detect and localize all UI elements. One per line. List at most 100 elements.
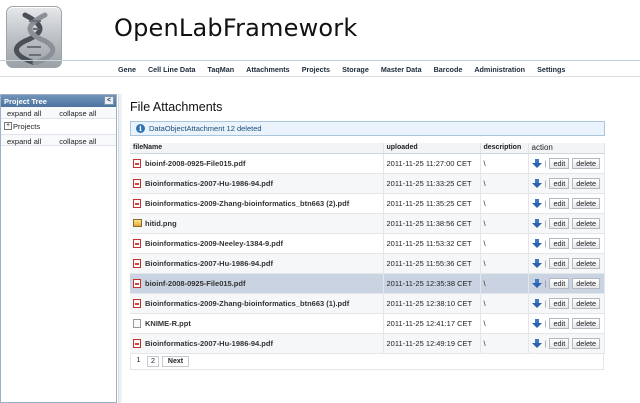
edit-button[interactable]: edit bbox=[549, 237, 570, 249]
panel-splitter[interactable] bbox=[118, 94, 122, 403]
table-row[interactable]: KNIME-R.ppt 2011-11-25 12:41:17 CET \ | edit… bbox=[130, 313, 605, 334]
column-header-filename[interactable]: fileName bbox=[130, 143, 384, 154]
table-row[interactable]: Bioinformatics-2007-Hu-1986-94.pdf 2011-1… bbox=[130, 173, 605, 194]
edit-button[interactable]: edit bbox=[549, 317, 570, 329]
edit-button[interactable]: edit bbox=[549, 197, 570, 209]
edit-button[interactable]: edit bbox=[549, 297, 570, 309]
nav-master-data[interactable]: Master Data bbox=[381, 65, 422, 74]
next-page-button[interactable]: Next bbox=[161, 355, 190, 367]
attachments-table: fileName uploaded description action bio… bbox=[130, 143, 605, 354]
action-separator: | bbox=[544, 318, 547, 328]
tree-node-label[interactable]: Projects bbox=[13, 122, 40, 131]
page-2-link[interactable]: 2 bbox=[147, 355, 159, 367]
delete-button[interactable]: delete bbox=[572, 337, 601, 349]
delete-button[interactable]: delete bbox=[572, 217, 601, 229]
project-tree-title: Project Tree bbox=[4, 97, 47, 106]
download-icon[interactable] bbox=[531, 218, 542, 228]
tree-controls-top: expand all collapse all bbox=[1, 107, 116, 119]
action-separator: | bbox=[544, 338, 547, 348]
edit-button[interactable]: edit bbox=[549, 217, 570, 229]
action-separator: | bbox=[544, 278, 547, 288]
nav-barcode[interactable]: Barcode bbox=[434, 65, 463, 74]
column-header-description[interactable]: description bbox=[480, 143, 529, 154]
app-header: OpenLabFramework Gene Cell Line Data Taq… bbox=[0, 0, 640, 78]
file-name-link[interactable]: Bioinformatics-2007-Hu-1986-94.pdf bbox=[145, 339, 273, 348]
edit-button[interactable]: edit bbox=[549, 337, 570, 349]
action-separator: | bbox=[544, 238, 547, 248]
file-name-link[interactable]: bioinf-2008-0925-File015.pdf bbox=[145, 279, 245, 288]
tree-controls-bottom: expand all collapse all bbox=[1, 134, 116, 146]
cell-description: \ bbox=[480, 273, 529, 294]
collapse-all-link[interactable]: collapse all bbox=[59, 109, 96, 118]
delete-button[interactable]: delete bbox=[572, 237, 601, 249]
column-header-uploaded[interactable]: uploaded bbox=[383, 143, 481, 154]
file-name-link[interactable]: Bioinformatics-2009-Neeley-1384-9.pdf bbox=[145, 239, 283, 248]
nav-taqman[interactable]: TaqMan bbox=[208, 65, 235, 74]
cell-uploaded: 2011-11-25 11:27:00 CET bbox=[383, 153, 481, 174]
table-row[interactable]: Bioinformatics-2007-Hu-1986-94.pdf 2011-1… bbox=[130, 333, 605, 354]
nav-attachments[interactable]: Attachments bbox=[246, 65, 290, 74]
pdf-icon bbox=[133, 278, 141, 288]
download-icon[interactable] bbox=[531, 318, 542, 328]
table-row[interactable]: bioinf-2008-0925-File015.pdf 2011-11-25 1… bbox=[130, 153, 605, 174]
cell-description: \ bbox=[480, 153, 529, 174]
pagination: 1 2 Next bbox=[130, 353, 604, 370]
info-icon: i bbox=[136, 124, 145, 133]
delete-button[interactable]: delete bbox=[572, 277, 601, 289]
nav-settings[interactable]: Settings bbox=[537, 65, 565, 74]
pdf-icon bbox=[133, 158, 141, 168]
pdf-icon bbox=[133, 238, 141, 248]
expand-node-icon[interactable]: + bbox=[4, 122, 12, 130]
download-icon[interactable] bbox=[531, 178, 542, 188]
download-icon[interactable] bbox=[531, 238, 542, 248]
page-1-link[interactable]: 1 bbox=[133, 356, 144, 367]
collapse-panel-button[interactable]: < bbox=[104, 96, 114, 105]
cell-actions: | edit delete bbox=[528, 173, 605, 194]
edit-button[interactable]: edit bbox=[549, 157, 570, 169]
table-row[interactable]: Bioinformatics-2009-Zhang-bioinformatics… bbox=[130, 193, 605, 214]
expand-all-link[interactable]: expand all bbox=[7, 109, 41, 118]
download-icon[interactable] bbox=[531, 278, 542, 288]
download-icon[interactable] bbox=[531, 258, 542, 268]
nav-administration[interactable]: Administration bbox=[474, 65, 525, 74]
action-separator: | bbox=[544, 198, 547, 208]
download-icon[interactable] bbox=[531, 338, 542, 348]
download-icon[interactable] bbox=[531, 158, 542, 168]
cell-filename: KNIME-R.ppt bbox=[130, 313, 384, 334]
nav-projects[interactable]: Projects bbox=[302, 65, 330, 74]
nav-gene[interactable]: Gene bbox=[118, 65, 136, 74]
table-row[interactable]: bioinf-2008-0925-File015.pdf 2011-11-25 1… bbox=[130, 273, 605, 294]
collapse-all-link[interactable]: collapse all bbox=[59, 137, 96, 146]
table-row[interactable]: Bioinformatics-2009-Zhang-bioinformatics… bbox=[130, 293, 605, 314]
edit-button[interactable]: edit bbox=[549, 277, 570, 289]
cell-uploaded: 2011-11-25 11:35:25 CET bbox=[383, 193, 481, 214]
nav-storage[interactable]: Storage bbox=[342, 65, 369, 74]
file-name-link[interactable]: Bioinformatics-2007-Hu-1986-94.pdf bbox=[145, 259, 273, 268]
delete-button[interactable]: delete bbox=[572, 297, 601, 309]
delete-button[interactable]: delete bbox=[572, 317, 601, 329]
delete-button[interactable]: delete bbox=[572, 177, 601, 189]
file-name-link[interactable]: Bioinformatics-2007-Hu-1986-94.pdf bbox=[145, 179, 273, 188]
cell-uploaded: 2011-11-25 11:55:36 CET bbox=[383, 253, 481, 274]
file-name-link[interactable]: bioinf-2008-0925-File015.pdf bbox=[145, 159, 245, 168]
cell-actions: | edit delete bbox=[528, 253, 605, 274]
cell-filename: bioinf-2008-0925-File015.pdf bbox=[130, 273, 384, 294]
delete-button[interactable]: delete bbox=[572, 257, 601, 269]
download-icon[interactable] bbox=[531, 198, 542, 208]
file-name-link[interactable]: hitid.png bbox=[145, 219, 177, 228]
expand-all-link[interactable]: expand all bbox=[7, 137, 41, 146]
table-row[interactable]: Bioinformatics-2009-Neeley-1384-9.pdf 201… bbox=[130, 233, 605, 254]
tree-node-projects[interactable]: + Projects bbox=[1, 119, 116, 132]
edit-button[interactable]: edit bbox=[549, 257, 570, 269]
delete-button[interactable]: delete bbox=[572, 157, 601, 169]
table-row[interactable]: hitid.png 2011-11-25 11:38:56 CET \ | edit de… bbox=[130, 213, 605, 234]
file-name-link[interactable]: Bioinformatics-2009-Zhang-bioinformatics… bbox=[145, 199, 349, 208]
file-name-link[interactable]: Bioinformatics-2009-Zhang-bioinformatics… bbox=[145, 299, 349, 308]
file-name-link[interactable]: KNIME-R.ppt bbox=[145, 319, 191, 328]
edit-button[interactable]: edit bbox=[549, 177, 570, 189]
nav-cell-line-data[interactable]: Cell Line Data bbox=[148, 65, 196, 74]
download-icon[interactable] bbox=[531, 298, 542, 308]
delete-button[interactable]: delete bbox=[572, 197, 601, 209]
table-row[interactable]: Bioinformatics-2007-Hu-1986-94.pdf 2011-1… bbox=[130, 253, 605, 274]
cell-actions: | edit delete bbox=[528, 293, 605, 314]
